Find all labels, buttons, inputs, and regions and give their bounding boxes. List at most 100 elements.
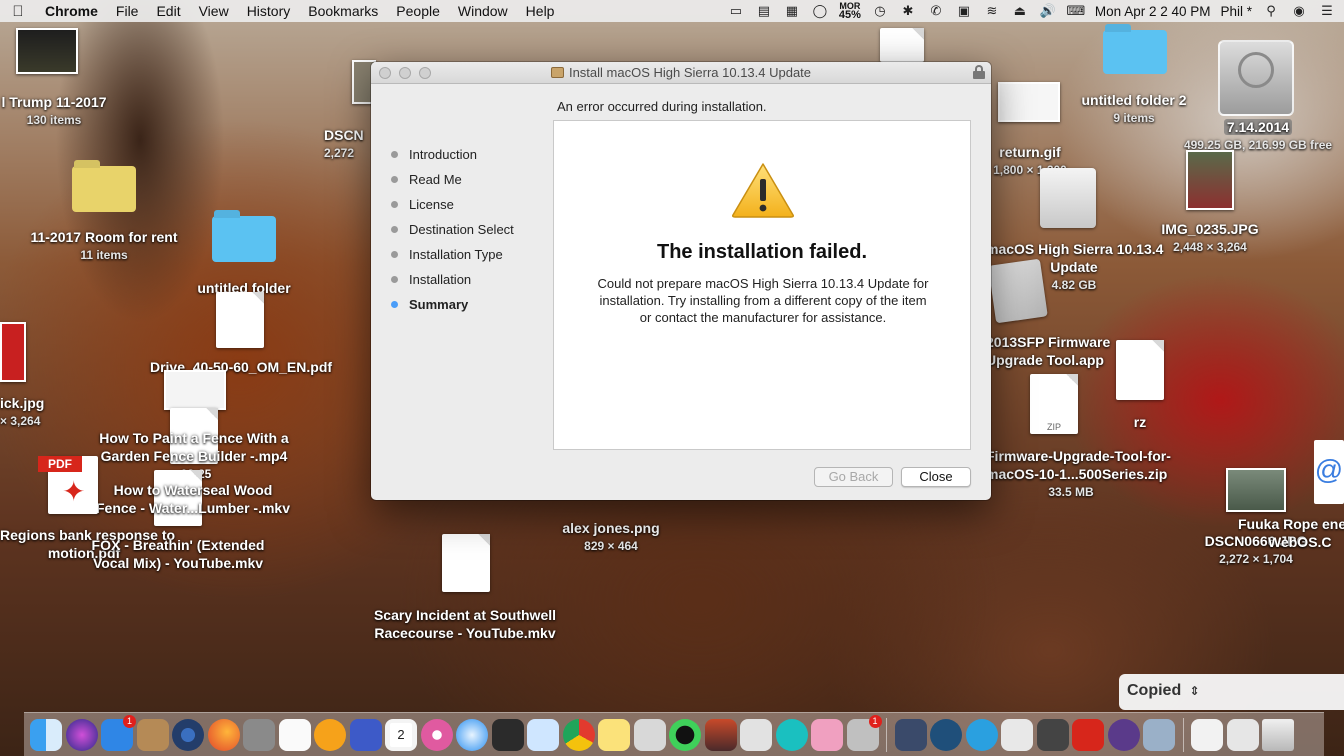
notefile-icon[interactable] <box>136 718 169 751</box>
paint-fence-thumbnail[interactable] <box>164 370 226 410</box>
notes-icon[interactable] <box>598 718 630 751</box>
textedit-icon[interactable] <box>278 718 311 751</box>
imovie-icon[interactable] <box>491 718 524 751</box>
room-folder-icon[interactable] <box>72 166 136 212</box>
itunes-icon[interactable] <box>420 718 453 751</box>
wifi-icon[interactable]: ≋ <box>983 3 1001 18</box>
numbers-icon[interactable] <box>527 718 559 751</box>
menu-bookmarks[interactable]: Bookmarks <box>299 3 387 19</box>
messages-icon[interactable] <box>775 718 808 751</box>
speed-icon[interactable]: ◯ <box>811 3 829 18</box>
dscn-left-label[interactable]: DSCN 2,272 <box>324 126 372 162</box>
ck-jpg-label[interactable]: ick.jpg × 3,264 <box>0 394 50 430</box>
paint-fence-label[interactable]: How To Paint a Fence With a Garden Fence… <box>88 429 300 465</box>
waterseal-label[interactable]: How to Waterseal Wood Fence - Water...Lu… <box>84 481 302 517</box>
display-icon[interactable]: ▭ <box>727 3 745 18</box>
preview-icon[interactable] <box>349 718 382 751</box>
go-back-button[interactable]: Go Back <box>814 467 893 487</box>
memory-icon[interactable]: ▦ <box>783 3 801 18</box>
app-store-icon[interactable]: 1 <box>101 714 136 751</box>
archive-icon[interactable] <box>740 718 772 751</box>
input-source-icon[interactable]: ⌨ <box>1067 3 1086 18</box>
spectrum-icon[interactable] <box>669 718 701 751</box>
hard-disk-icon[interactable] <box>1218 40 1294 116</box>
scary-incident-doc-icon[interactable] <box>442 534 490 592</box>
activity-icon[interactable]: ▤ <box>755 3 773 18</box>
document-stack-icon[interactable] <box>1191 718 1223 751</box>
clock[interactable]: Mon Apr 2 2 40 PM <box>1095 4 1211 19</box>
scissors-icon[interactable] <box>633 718 666 751</box>
vlc-icon[interactable] <box>314 718 346 751</box>
finder-icon[interactable] <box>30 718 62 751</box>
calendar-icon[interactable]: 2 <box>385 718 417 751</box>
menu-file[interactable]: File <box>107 3 148 19</box>
downloads-stack-icon[interactable] <box>1226 718 1259 751</box>
dscn0666-thumbnail[interactable] <box>1226 468 1286 512</box>
firmware-zip-label[interactable]: Firmware-Upgrade-Tool-for- macOS-10-1...… <box>986 447 1171 501</box>
ck-jpg-thumbnail[interactable] <box>0 322 26 382</box>
airplay-icon[interactable]: ▣ <box>955 3 973 18</box>
notification-center-icon[interactable]: ☰ <box>1318 3 1336 18</box>
acrobat-dock-icon[interactable] <box>1072 718 1104 751</box>
phone-icon[interactable]: ✆ <box>927 3 945 18</box>
img-0235-thumbnail[interactable] <box>1186 150 1234 210</box>
time-machine-dock-icon[interactable] <box>930 718 962 751</box>
fox-video-label[interactable]: FOX - Breathin' (Extended Vocal Mix) - Y… <box>80 536 276 572</box>
time-machine-icon[interactable]: ◷ <box>871 3 889 18</box>
network-globe-icon[interactable] <box>965 718 998 751</box>
room-folder-label[interactable]: 11-2017 Room for rent 11 items <box>22 228 186 264</box>
firmware-app-icon[interactable] <box>988 258 1048 324</box>
webloc-icon[interactable]: @ <box>1314 440 1344 504</box>
apple-menu-icon[interactable]:  <box>0 3 36 20</box>
chrome-icon[interactable] <box>562 718 595 751</box>
menu-view[interactable]: View <box>190 3 238 19</box>
firefox-icon[interactable] <box>207 718 240 751</box>
drive-pdf-icon[interactable] <box>216 292 264 348</box>
img-0235-label[interactable]: IMG_0235.JPG 2,448 × 3,264 <box>1148 220 1272 256</box>
menu-window[interactable]: Window <box>449 3 517 19</box>
scary-incident-label[interactable]: Scary Incident at Southwell Racecourse -… <box>360 606 570 642</box>
spotlight-search-icon[interactable]: ⚲ <box>1262 3 1280 18</box>
menu-edit[interactable]: Edit <box>147 3 189 19</box>
menu-people[interactable]: People <box>387 3 449 19</box>
minimize-window-icon[interactable] <box>399 67 411 79</box>
installer-disk-icon[interactable] <box>1040 168 1096 228</box>
disk-utility-icon[interactable] <box>243 718 275 751</box>
hard-disk-label[interactable]: 7.14.2014 499.25 GB, 216.99 GB free <box>1176 118 1340 154</box>
trump-folder-thumbnail[interactable] <box>16 28 78 74</box>
installer-titlebar[interactable]: Install macOS High Sierra 10.13.4 Update <box>371 62 991 84</box>
user-menu[interactable]: Phil * <box>1220 4 1252 19</box>
photo-viewer-icon[interactable] <box>704 718 737 751</box>
fuuka-label[interactable]: Fuuka Rope ene WebOS.C <box>1238 515 1344 551</box>
trump-folder-label[interactable]: l Trump 11-2017 130 items <box>0 93 108 129</box>
script-editor-icon[interactable] <box>1001 718 1033 751</box>
printer-icon[interactable] <box>1036 718 1069 751</box>
photos-folder-icon[interactable] <box>811 718 843 751</box>
bluetooth-icon[interactable]: ✱ <box>899 3 917 18</box>
untitled-folder-2-icon[interactable] <box>1103 30 1167 74</box>
siri-icon[interactable]: ◉ <box>1290 3 1308 18</box>
alex-jones-label[interactable]: alex jones.png 829 × 464 <box>546 519 676 555</box>
menu-help[interactable]: Help <box>517 3 564 19</box>
regions-pdf-icon[interactable]: PDF ✦ <box>38 456 98 514</box>
lock-icon[interactable] <box>973 65 985 79</box>
volume-icon[interactable]: 🔊 <box>1039 3 1057 18</box>
return-gif-thumbnail[interactable] <box>998 82 1060 122</box>
copied-notification[interactable]: Copied ⇕ <box>1119 674 1344 710</box>
untitled-folder-icon[interactable] <box>212 216 276 262</box>
menu-history[interactable]: History <box>238 3 300 19</box>
siri-dock-icon[interactable] <box>65 718 98 751</box>
zoom-window-icon[interactable] <box>419 67 431 79</box>
firmware-zip-icon[interactable]: ZIP <box>1030 374 1078 434</box>
safari-icon[interactable] <box>456 718 488 751</box>
system-profiler-icon[interactable] <box>1107 718 1140 751</box>
user-folder-icon[interactable] <box>1143 718 1175 751</box>
firmware-app-label[interactable]: 2013SFP Firmware Upgrade Tool.app <box>986 333 1114 369</box>
rz-label[interactable]: rz <box>1120 413 1160 431</box>
menu-app-chrome[interactable]: Chrome <box>36 3 107 19</box>
chrome-canary-icon[interactable] <box>172 718 204 751</box>
photo-booth-icon[interactable]: 1 <box>846 714 882 751</box>
partial-file-icon[interactable] <box>880 28 924 62</box>
close-window-icon[interactable] <box>379 67 391 79</box>
rz-doc-icon[interactable] <box>1116 340 1164 400</box>
